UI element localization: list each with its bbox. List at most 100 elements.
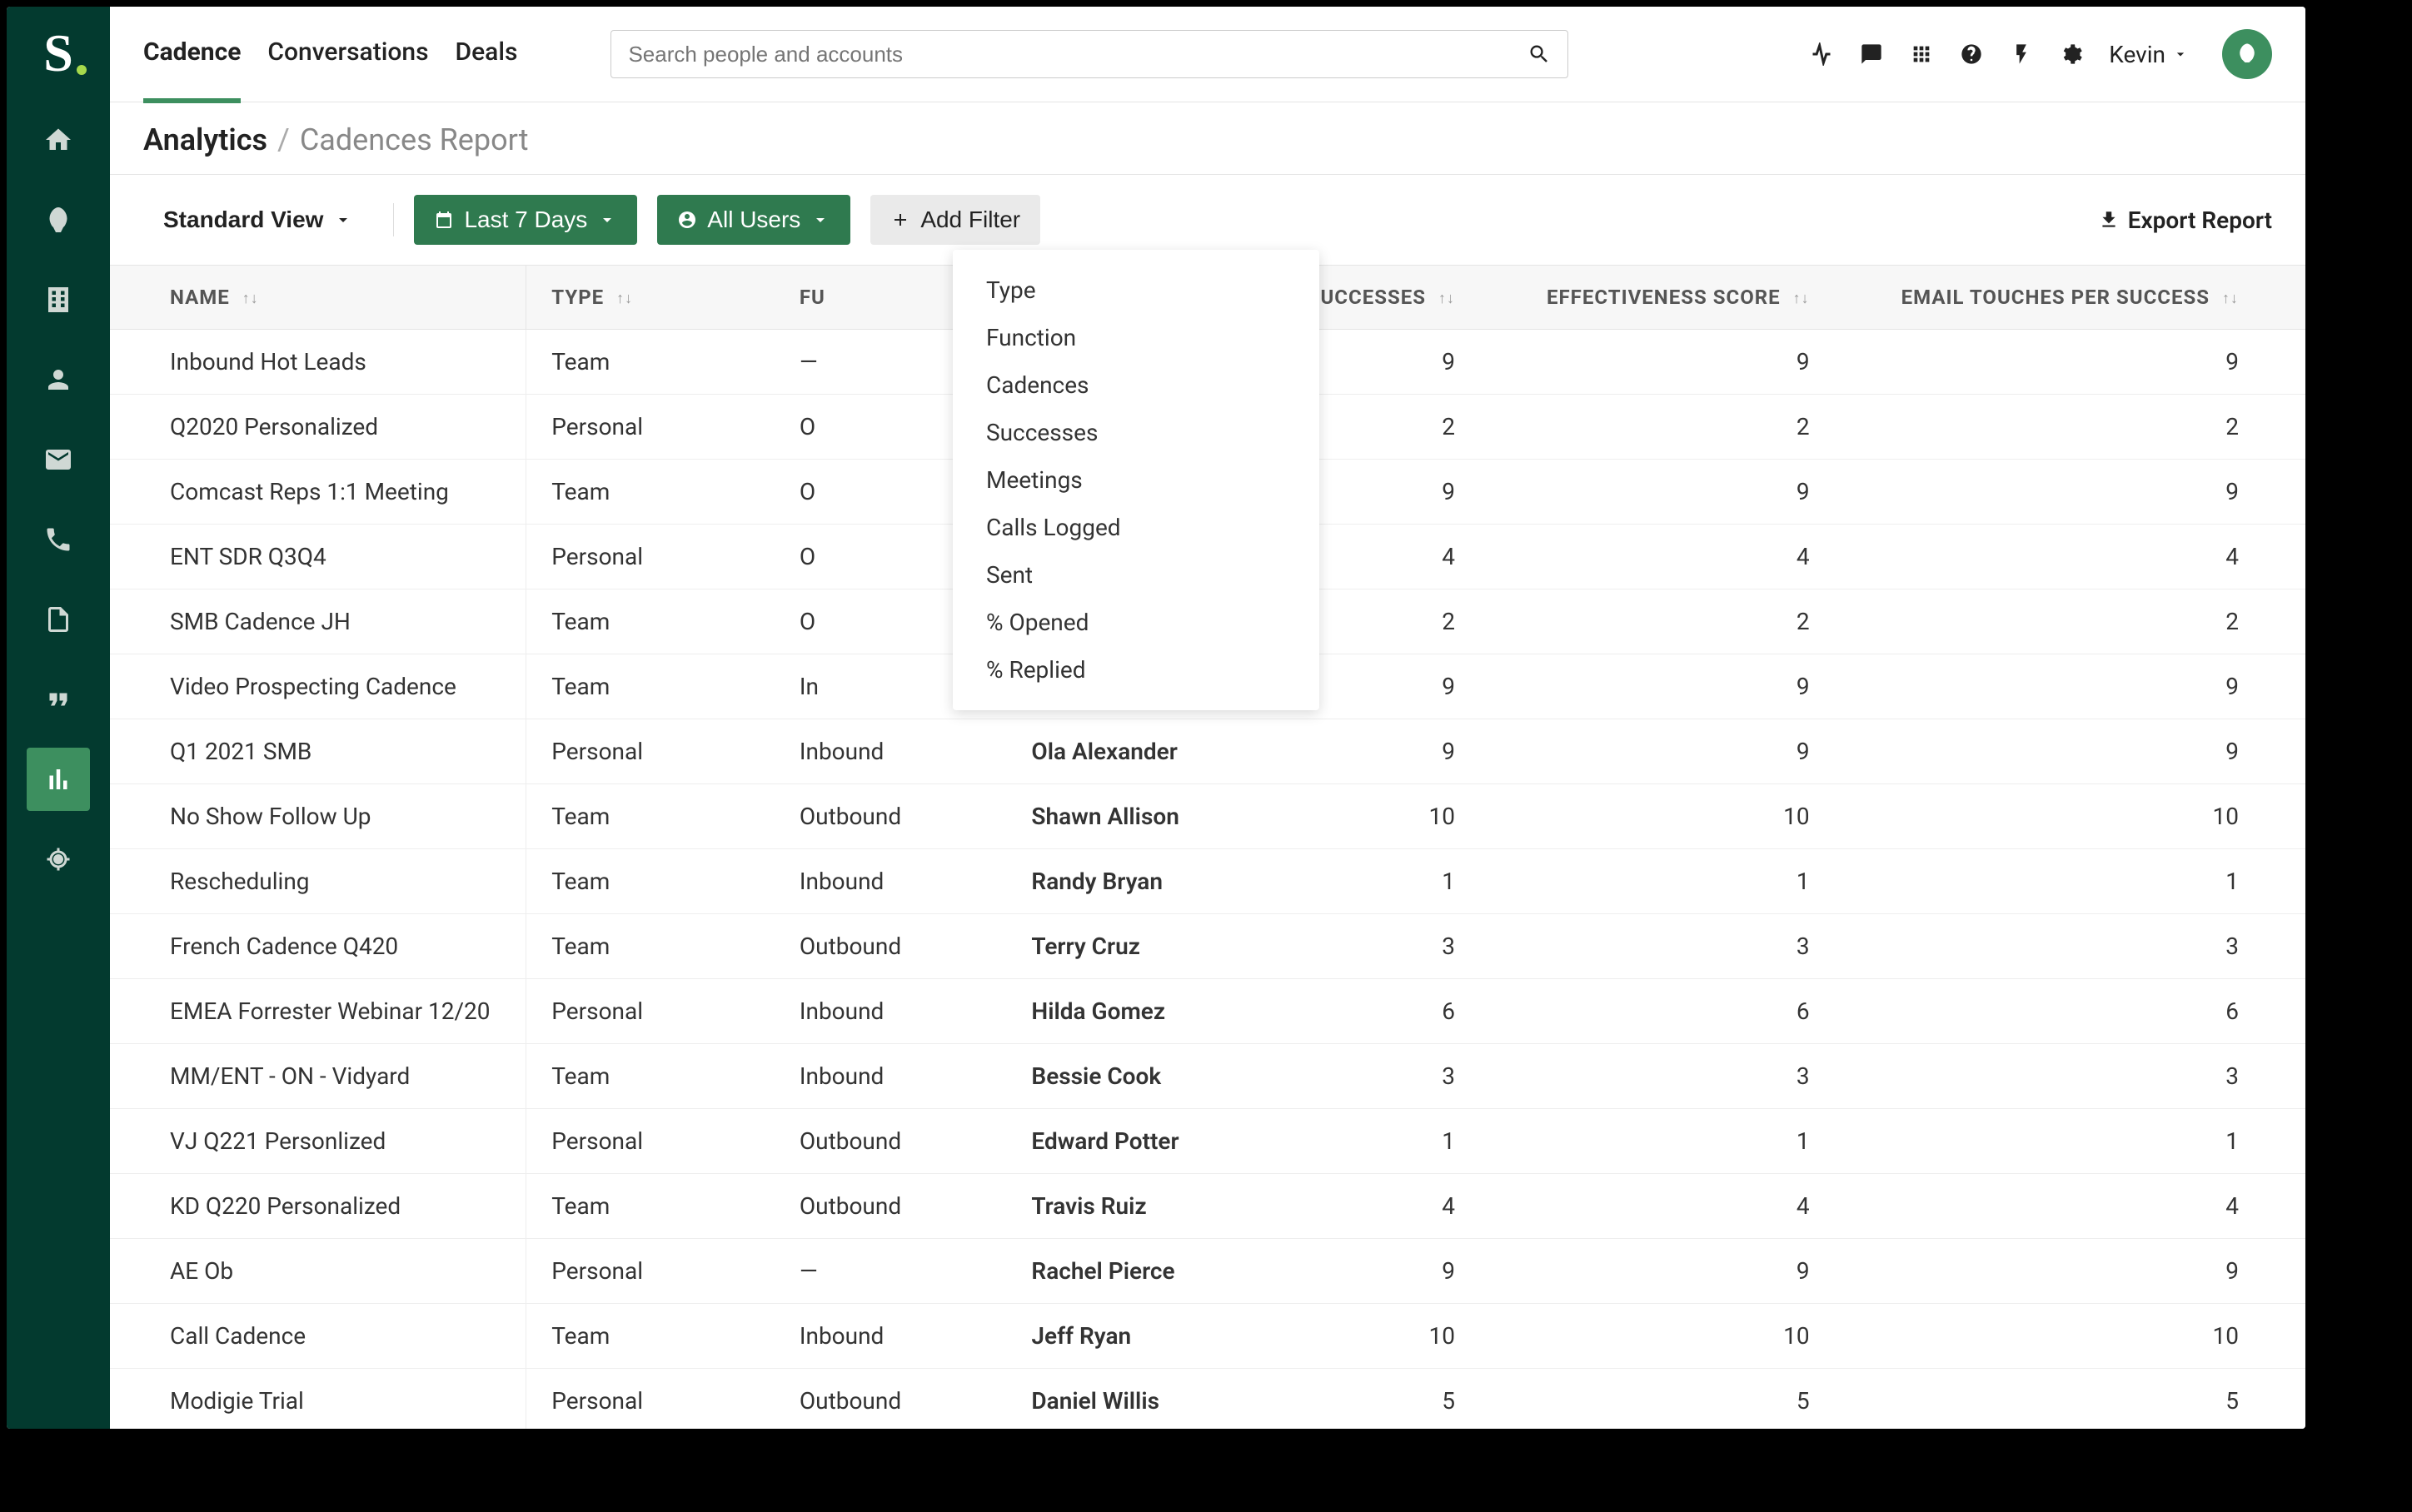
cell-effectiveness: 10 [1522,1304,1876,1369]
col-header-type[interactable]: TYPE ↑↓ [526,266,775,330]
table-row[interactable]: French Cadence Q420TeamOutboundTerry Cru… [110,914,2305,979]
sidebar-home[interactable] [27,108,90,172]
tab-deals[interactable]: Deals [456,7,518,103]
sidebar-target[interactable] [27,828,90,891]
cell-function: Inbound [775,1044,1007,1109]
cell-function: Inbound [775,719,1007,784]
date-range-filter[interactable]: Last 7 Days [414,195,637,245]
user-menu[interactable]: Kevin [2109,41,2189,68]
cell-function: Outbound [775,784,1007,849]
chevron-down-icon [810,210,830,230]
col-header-name[interactable]: NAME ↑↓ [110,266,526,330]
table-row[interactable]: EMEA Forrester Webinar 12/20PersonalInbo… [110,979,2305,1044]
sidebar-snippets[interactable] [27,668,90,731]
cell-touches: 9 [1876,654,2305,719]
cell-successes: 3 [1239,914,1522,979]
table-row[interactable]: AE ObPersonal—Rachel Pierce999 [110,1239,2305,1304]
view-selector[interactable]: Standard View [143,195,373,245]
help-icon[interactable] [1959,42,1984,67]
cell-effectiveness: 3 [1522,914,1876,979]
add-filter-label: Add Filter [920,206,1020,233]
breadcrumb-root[interactable]: Analytics [143,122,267,157]
filter-option[interactable]: Meetings [953,456,1319,504]
filter-option[interactable]: Successes [953,409,1319,456]
filter-option[interactable]: Calls Logged [953,504,1319,551]
table-row[interactable]: No Show Follow UpTeamOutboundShawn Allis… [110,784,2305,849]
sidebar-people[interactable] [27,348,90,411]
cell-effectiveness: 2 [1522,395,1876,460]
filter-option[interactable]: Cadences [953,361,1319,409]
col-header-email-touches[interactable]: EMAIL TOUCHES PER SUCCESS ↑↓ [1876,266,2305,330]
table-row[interactable]: VJ Q221 PersonlizedPersonalOutboundEdwar… [110,1109,2305,1174]
table-row[interactable]: KD Q220 PersonalizedTeamOutboundTravis R… [110,1174,2305,1239]
cell-function: Inbound [775,849,1007,914]
cell-touches: 9 [1876,330,2305,395]
filter-option[interactable]: % Replied [953,646,1319,694]
user-circle-icon [677,210,697,230]
cell-effectiveness: 9 [1522,330,1876,395]
table-row[interactable]: MM/ENT - ON - VidyardTeamInboundBessie C… [110,1044,2305,1109]
cell-touches: 3 [1876,1044,2305,1109]
filter-option[interactable]: Sent [953,551,1319,599]
bolt-icon[interactable] [2009,42,2034,67]
export-report-button[interactable]: Export Report [2098,206,2272,234]
cell-type: Team [526,654,775,719]
download-icon [2098,209,2120,231]
sidebar-calls[interactable] [27,508,90,571]
cell-name: Comcast Reps 1:1 Meeting [110,460,526,525]
filter-option[interactable]: % Opened [953,599,1319,646]
cell-type: Team [526,1044,775,1109]
cell-function: Outbound [775,1369,1007,1430]
table-row[interactable]: Q1 2021 SMBPersonalInboundOla Alexander9… [110,719,2305,784]
sidebar-rocket[interactable] [27,188,90,251]
breadcrumb-sep: / [277,122,290,157]
cell-function: Outbound [775,1174,1007,1239]
sidebar-accounts[interactable] [27,268,90,331]
filter-option[interactable]: Function [953,314,1319,361]
cell-touches: 1 [1876,1109,2305,1174]
activity-icon[interactable] [1809,42,1834,67]
tab-conversations[interactable]: Conversations [267,7,428,103]
cell-type: Team [526,849,775,914]
export-report-label: Export Report [2128,206,2272,234]
cell-effectiveness: 1 [1522,1109,1876,1174]
cell-type: Team [526,914,775,979]
search-field-wrap[interactable] [610,30,1568,78]
table-row[interactable]: Modigie TrialPersonalOutboundDaniel Will… [110,1369,2305,1430]
add-filter-button[interactable]: Add Filter [870,195,1040,245]
apps-icon[interactable] [1909,42,1934,67]
sidebar-templates[interactable] [27,588,90,651]
cell-name: VJ Q221 Personlized [110,1109,526,1174]
search-input[interactable] [628,42,1527,67]
cell-function: Inbound [775,979,1007,1044]
sidebar-analytics[interactable] [27,748,90,811]
settings-icon[interactable] [2059,42,2084,67]
table-row[interactable]: Call CadenceTeamInboundJeff Ryan101010 [110,1304,2305,1369]
cell-successes: 10 [1239,784,1522,849]
col-header-effectiveness[interactable]: EFFECTIVENESS SCORE ↑↓ [1522,266,1876,330]
sidebar-email[interactable] [27,428,90,491]
cell-type: Personal [526,979,775,1044]
cell-name: AE Ob [110,1239,526,1304]
cell-touches: 4 [1876,1174,2305,1239]
cell-effectiveness: 4 [1522,525,1876,589]
filter-toolbar: Standard View Last 7 Days All Users Add … [110,175,2305,266]
tab-cadence[interactable]: Cadence [143,7,241,103]
cell-effectiveness: 2 [1522,589,1876,654]
cell-name: EMEA Forrester Webinar 12/20 [110,979,526,1044]
avatar[interactable] [2222,29,2272,79]
cell-effectiveness: 4 [1522,1174,1876,1239]
users-filter[interactable]: All Users [657,195,850,245]
cell-name: Modigie Trial [110,1369,526,1430]
cell-effectiveness: 9 [1522,1239,1876,1304]
table-row[interactable]: ReschedulingTeamInboundRandy Bryan111 [110,849,2305,914]
cell-type: Personal [526,525,775,589]
app-logo[interactable]: S [7,7,110,100]
cell-function: Outbound [775,914,1007,979]
chat-icon[interactable] [1859,42,1884,67]
cell-type: Personal [526,1239,775,1304]
cell-type: Personal [526,395,775,460]
filter-option[interactable]: Type [953,266,1319,314]
cell-touches: 9 [1876,460,2305,525]
cell-name: Call Cadence [110,1304,526,1369]
